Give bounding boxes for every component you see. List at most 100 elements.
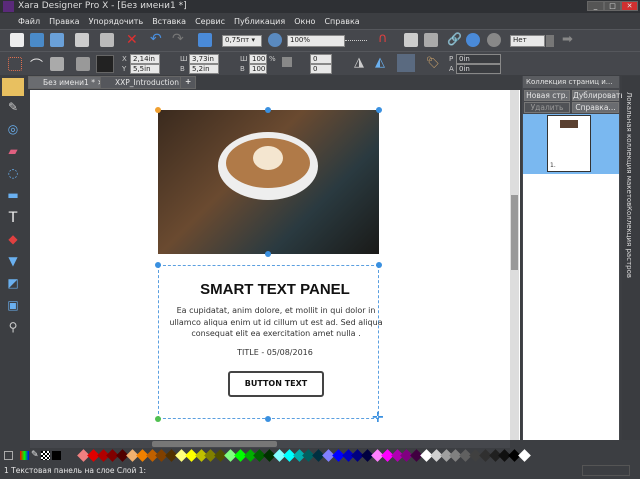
minimize-button[interactable]: _ (587, 1, 604, 11)
handle[interactable] (265, 107, 271, 113)
flip-vertical-icon[interactable]: ◭ (375, 55, 385, 70)
skew-field[interactable]: 0 (310, 64, 332, 74)
scale-height-field[interactable]: 100 (249, 64, 267, 74)
page-thumbnail[interactable]: 1. (547, 115, 591, 172)
tag-icon[interactable]: 🏷 (426, 56, 440, 69)
page-gallery-panel: Коллекция страниц и... Новая стр. Дублир… (522, 76, 625, 440)
a-field[interactable]: 0in (456, 64, 501, 74)
menu-publish[interactable]: Публикация (234, 17, 285, 26)
save-icon[interactable] (50, 33, 64, 47)
line-width-select[interactable]: 0,75пт ▾ (222, 35, 262, 47)
quality-dropdown-button[interactable] (546, 35, 554, 47)
web-properties-icon[interactable] (466, 33, 480, 47)
color-picker-icon[interactable]: ✎ (31, 450, 39, 460)
redo-icon[interactable]: ↷ (172, 31, 184, 47)
paste-icon[interactable] (100, 33, 114, 47)
handle[interactable] (376, 262, 382, 268)
transform-icon[interactable] (198, 33, 212, 47)
undo-icon[interactable]: ↶ (150, 31, 162, 47)
freehand-tool-icon[interactable]: ✎ (2, 100, 24, 118)
new-tab-button[interactable]: + (180, 76, 197, 89)
card-title[interactable]: SMART TEXT PANEL (158, 281, 392, 298)
preview-icon[interactable] (404, 33, 418, 47)
horizontal-scrollbar[interactable] (30, 440, 510, 448)
tab-document-2[interactable]: XXP_Introduction ✕ (100, 76, 193, 89)
width-field[interactable]: 3,73in (189, 54, 219, 64)
zoom-tool-icon[interactable]: ⚲ (2, 320, 24, 338)
card-body[interactable]: Ea cupidatat, anim dolore, et mollit in … (166, 305, 386, 340)
publish-icon[interactable] (487, 33, 501, 47)
handle[interactable] (376, 107, 382, 113)
menu-insert[interactable]: Вставка (152, 17, 186, 26)
menu-help[interactable]: Справка (324, 17, 359, 26)
rotate-icon[interactable] (76, 57, 90, 71)
menu-utilities[interactable]: Сервис (195, 17, 225, 26)
zoom-icon[interactable] (268, 33, 282, 47)
side-tab-bitmaps[interactable]: Коллекция растров (625, 206, 633, 286)
handle[interactable] (155, 416, 161, 422)
lock-aspect-icon[interactable] (282, 57, 292, 67)
card-button[interactable]: BUTTON TEXT (228, 371, 324, 397)
scale-width-field[interactable]: 100 (249, 54, 267, 64)
color-palette: ✎ (0, 449, 640, 462)
shadow-tool-icon[interactable]: ◩ (2, 276, 24, 294)
black-swatch[interactable] (52, 451, 61, 460)
vertical-scrollbar[interactable] (510, 90, 519, 440)
link-icon[interactable]: 🔗 (447, 32, 462, 46)
menu-edit[interactable]: Правка (49, 17, 79, 26)
rotation-field[interactable]: 0 (310, 54, 332, 64)
page-thumbnail-row[interactable]: 1. (523, 114, 619, 174)
go-arrow-icon[interactable]: ➡ (562, 32, 573, 47)
preview-all-icon[interactable] (424, 33, 438, 47)
line-style-icon[interactable] (345, 40, 367, 41)
help-button[interactable]: Справка... (572, 102, 619, 113)
delete-button[interactable]: Удалить (524, 102, 570, 113)
new-page-button[interactable]: Новая стр. (524, 90, 570, 101)
snap-magnet-icon[interactable]: ∩ (378, 31, 388, 46)
coffee-photo[interactable] (158, 110, 379, 254)
close-button[interactable]: ✕ (621, 1, 638, 11)
resize-handle-icon[interactable]: ✛ (372, 410, 384, 426)
handle[interactable] (265, 416, 271, 422)
color-editor-icon[interactable] (20, 451, 29, 460)
x-field[interactable]: 2,14in (130, 54, 160, 64)
shape-tool-icon[interactable]: ◌ (2, 166, 24, 184)
height-field[interactable]: 5,2in (189, 64, 219, 74)
color-swatch[interactable] (518, 449, 531, 462)
open-icon[interactable] (30, 33, 44, 47)
contour-tool-icon[interactable]: ◎ (2, 122, 24, 140)
fill-tool-icon[interactable]: ◆ (2, 232, 24, 250)
card-date[interactable]: TITLE - 05/08/2016 (158, 348, 392, 357)
fill-icon[interactable] (50, 57, 64, 71)
side-tab-layouts[interactable]: Локальная коллекция макетов (625, 92, 633, 222)
menu-file[interactable]: Файл (18, 17, 40, 26)
eraser-tool-icon[interactable]: ▰ (2, 144, 24, 162)
duplicate-button[interactable]: Дублировать (572, 90, 625, 101)
select-inside-icon[interactable] (8, 57, 22, 71)
transparency-tool-icon[interactable]: ▼ (2, 254, 24, 272)
delete-icon[interactable]: ✕ (126, 32, 138, 48)
bevel-tool-icon[interactable]: ▣ (2, 298, 24, 316)
curve-icon[interactable]: ⌒ (30, 55, 43, 74)
handle[interactable] (265, 251, 271, 257)
scale-lines-toggle[interactable] (397, 54, 415, 72)
copy-icon[interactable] (75, 33, 89, 47)
no-color-swatch[interactable] (4, 451, 13, 460)
maximize-button[interactable]: □ (604, 1, 621, 11)
p-field[interactable]: 0in (456, 54, 501, 64)
transparent-swatch[interactable] (41, 451, 50, 460)
transform-origin-grid[interactable] (96, 55, 114, 73)
text-tool-icon[interactable]: T (2, 210, 24, 228)
zoom-select[interactable]: 100% (287, 35, 345, 47)
handle[interactable] (155, 107, 161, 113)
y-field[interactable]: 5,5in (130, 64, 160, 74)
new-document-icon[interactable] (10, 33, 24, 47)
menu-window[interactable]: Окно (294, 17, 315, 26)
tab-document-1[interactable]: Без имени1 * ✕ (28, 76, 109, 89)
handle[interactable] (155, 262, 161, 268)
quality-select[interactable]: Нет (510, 35, 545, 47)
menu-arrange[interactable]: Упорядочить (89, 17, 144, 26)
rectangle-tool-icon[interactable]: ▬ (2, 188, 24, 206)
flip-horizontal-icon[interactable]: ◮ (354, 55, 364, 70)
selector-tool-icon[interactable] (2, 78, 24, 96)
